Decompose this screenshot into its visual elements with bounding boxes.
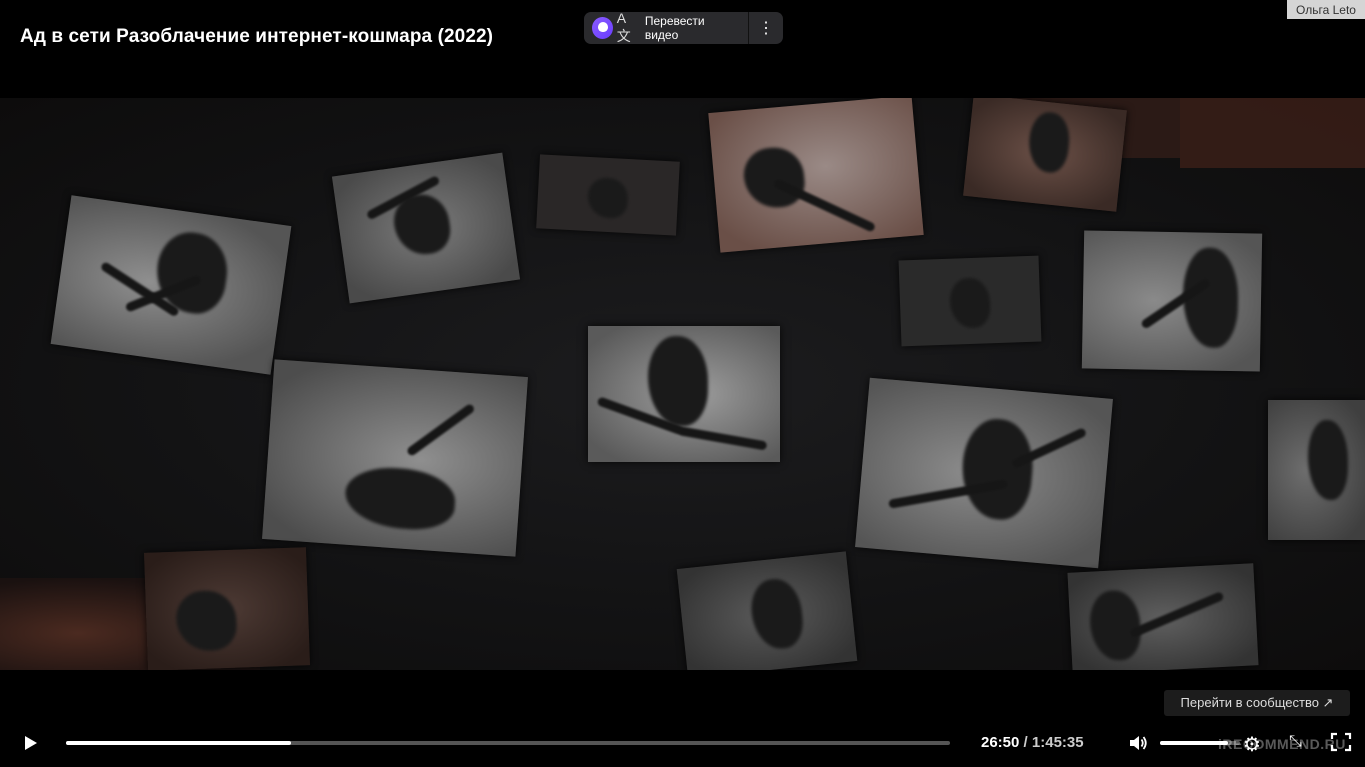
scene-panel [708, 98, 924, 253]
time-separator: / [1019, 734, 1032, 751]
scene-panel [262, 359, 528, 557]
player-controls: 26:50 / 1:45:35 ⚙ ⤡ [0, 718, 1365, 767]
go-to-community-button[interactable]: Перейти в сообщество ↗ [1164, 690, 1350, 716]
progress-fill [66, 741, 292, 745]
translate-icon: A文 [616, 10, 631, 44]
scene-panel [1067, 563, 1259, 670]
scene-panel [143, 547, 311, 670]
scene-panel [676, 551, 858, 670]
scene-panel [1081, 230, 1263, 372]
progress-bar[interactable] [66, 741, 950, 745]
play-icon[interactable] [25, 736, 37, 750]
video-frame[interactable] [0, 98, 1365, 670]
scene-panel [1268, 400, 1365, 540]
total-time: 1:45:35 [1031, 734, 1084, 751]
translate-label: Перевести видео [644, 14, 705, 42]
translate-video-button[interactable]: A文 Перевести видео ⋮ [584, 10, 783, 44]
time-display: 26:50 / 1:45:35 [981, 734, 1084, 751]
scene-panel [963, 98, 1127, 212]
scene-panel [855, 377, 1113, 569]
current-time: 26:50 [981, 734, 1020, 751]
scene-panel [588, 326, 780, 462]
scene-panel [331, 152, 521, 304]
volume-icon[interactable] [1128, 734, 1148, 752]
user-name-badge[interactable]: Ольга Leto [1287, 0, 1365, 19]
scene-panel [898, 255, 1042, 347]
scene-panel [50, 195, 292, 375]
video-glow [1180, 98, 1365, 168]
alice-icon [592, 17, 613, 39]
scene-panel [536, 154, 680, 236]
video-title: Ад в сети Разоблачение интернет-кошмара … [20, 26, 494, 47]
watermark: iRECOMMEND.RU [1218, 736, 1346, 752]
more-options-button[interactable]: ⋮ [749, 12, 783, 44]
